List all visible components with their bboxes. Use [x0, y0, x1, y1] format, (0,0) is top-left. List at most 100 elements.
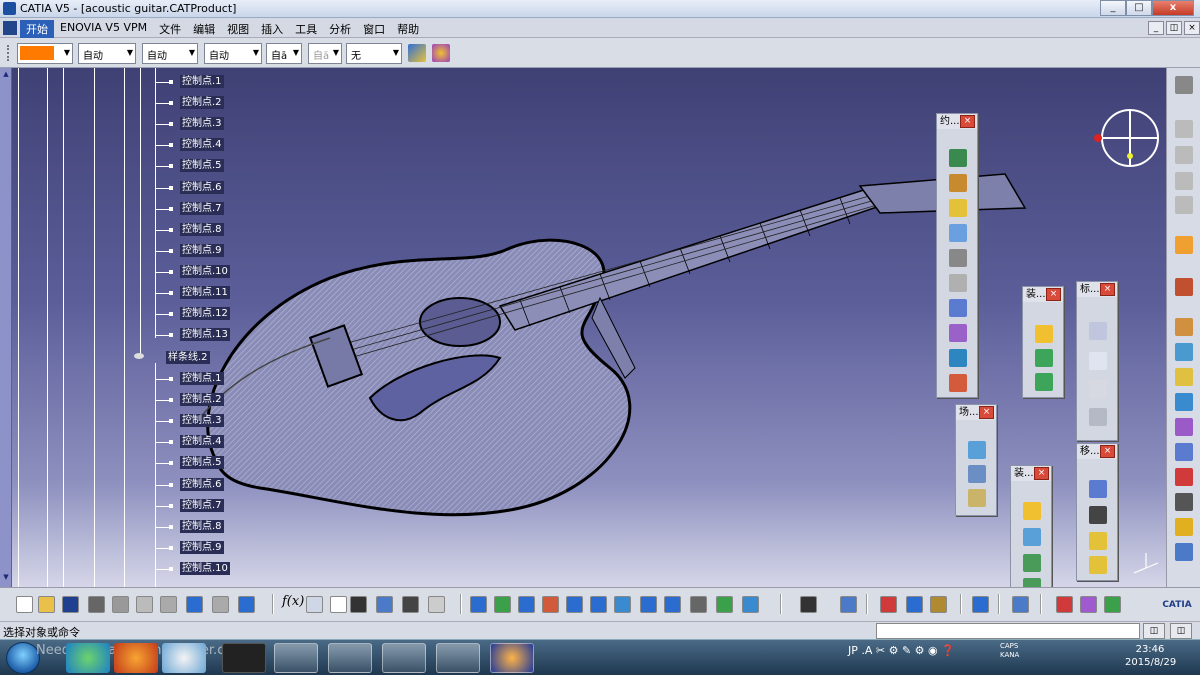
- redo-icon[interactable]: [212, 596, 229, 613]
- publish-icon[interactable]: [1175, 518, 1193, 536]
- command-input[interactable]: [876, 623, 1140, 639]
- tree-item-control-point[interactable]: 控制点.13: [180, 328, 230, 342]
- comment-icon[interactable]: [330, 596, 347, 613]
- reuse-pattern-icon[interactable]: [949, 349, 967, 367]
- measure-icon[interactable]: [1175, 393, 1193, 411]
- shading-icon[interactable]: [690, 596, 707, 613]
- swap-space-icon[interactable]: [742, 596, 759, 613]
- clock[interactable]: 23:46 2015/8/29: [1125, 643, 1176, 669]
- catalog-icon[interactable]: [1175, 172, 1193, 190]
- text-leader-icon[interactable]: [1089, 352, 1107, 370]
- update-constraints-icon[interactable]: [949, 374, 967, 392]
- split-icon[interactable]: [1035, 325, 1053, 343]
- paperclip-icon[interactable]: [949, 274, 967, 292]
- window-taskbar-icon[interactable]: [382, 643, 426, 673]
- knowledge-icon[interactable]: [306, 596, 323, 613]
- doc-close-button[interactable]: ×: [1184, 21, 1200, 35]
- tree-item-control-point[interactable]: 控制点.3: [180, 117, 224, 131]
- catalog-browser-icon[interactable]: [840, 596, 857, 613]
- tree-item-control-point[interactable]: 控制点.8: [180, 222, 224, 236]
- paint-taskbar-icon[interactable]: [162, 643, 206, 673]
- select-icon[interactable]: [1175, 236, 1193, 254]
- sheet-icon[interactable]: [1175, 196, 1193, 214]
- tree-item-control-point[interactable]: 控制点.2: [180, 393, 224, 407]
- fix-together-icon[interactable]: [949, 324, 967, 342]
- tray-icons[interactable]: JP .A ✂ ⚙ ✎ ⚙ ◉ ❓: [848, 644, 955, 657]
- flag-note-icon[interactable]: [1089, 380, 1107, 398]
- menu-item-2[interactable]: 文件: [153, 20, 187, 38]
- analysis-icon[interactable]: [1175, 468, 1193, 486]
- update-icon[interactable]: [972, 596, 989, 613]
- scene-close-icon[interactable]: ×: [979, 406, 994, 419]
- window2-taskbar-icon[interactable]: [436, 643, 480, 673]
- tree-scrollbar[interactable]: ▲ ▼: [0, 68, 12, 587]
- properties-icon[interactable]: [1012, 596, 1029, 613]
- painter-icon[interactable]: [408, 44, 426, 62]
- tree-expand-icon[interactable]: [376, 596, 393, 613]
- compass-small-icon[interactable]: [1175, 76, 1193, 94]
- tree-item-control-point[interactable]: 控制点.5: [180, 159, 224, 173]
- command-close-button[interactable]: ◫: [1170, 623, 1192, 639]
- start-button[interactable]: [6, 642, 40, 674]
- render-icon[interactable]: [1104, 596, 1121, 613]
- snap-icon[interactable]: [1089, 506, 1107, 524]
- property-combo-5[interactable]: 无 ▼: [346, 43, 402, 64]
- undo-icon[interactable]: [186, 596, 203, 613]
- menu-item-8[interactable]: 窗口: [357, 20, 391, 38]
- list-icon[interactable]: [428, 596, 445, 613]
- help-icon[interactable]: [238, 596, 255, 613]
- tree-item-control-point[interactable]: 控制点.1: [180, 372, 224, 385]
- firefox-taskbar-icon[interactable]: [114, 643, 158, 673]
- annotation-view-icon[interactable]: [1089, 408, 1107, 426]
- tree-item-spline[interactable]: 样条线.2: [166, 351, 210, 364]
- properties-brush-icon[interactable]: [432, 44, 450, 62]
- formula-icon[interactable]: f(x): [282, 594, 304, 609]
- tree-item-control-point[interactable]: 控制点.9: [180, 540, 224, 554]
- property-combo-0[interactable]: 自动 ▼: [78, 43, 136, 64]
- apply-material-icon[interactable]: [1080, 596, 1097, 613]
- tree-item-control-point[interactable]: 控制点.7: [180, 498, 224, 512]
- scene-list-icon[interactable]: [968, 489, 986, 507]
- coincidence-icon[interactable]: [949, 174, 967, 192]
- measure-item-icon[interactable]: [906, 596, 923, 613]
- tree-item-control-point[interactable]: 控制点.11: [180, 286, 230, 299]
- rotate-icon[interactable]: [542, 596, 559, 613]
- fit-all-icon[interactable]: [494, 596, 511, 613]
- stop-manipulate-icon[interactable]: [1089, 556, 1107, 574]
- close-button[interactable]: x: [1152, 0, 1194, 16]
- fly-icon[interactable]: [470, 596, 487, 613]
- menu-item-5[interactable]: 插入: [255, 20, 289, 38]
- doc-restore-button[interactable]: ◫: [1166, 21, 1182, 35]
- color-combo[interactable]: ▼: [17, 43, 73, 64]
- tree-item-control-point[interactable]: 控制点.4: [180, 435, 224, 449]
- control-panel-taskbar-icon[interactable]: [328, 643, 372, 673]
- tree-item-control-point[interactable]: 控制点.3: [180, 414, 224, 428]
- hide-show-icon[interactable]: [716, 596, 733, 613]
- menu-item-7[interactable]: 分析: [323, 20, 357, 38]
- pan-icon[interactable]: [518, 596, 535, 613]
- scroll-up-icon[interactable]: ▲: [1, 70, 11, 80]
- new-file-icon[interactable]: [16, 596, 33, 613]
- menu-item-1[interactable]: ENOVIA V5 VPM: [54, 20, 153, 38]
- menu-item-4[interactable]: 视图: [221, 20, 255, 38]
- text-icon[interactable]: [1175, 493, 1193, 511]
- tree-item-control-point[interactable]: 控制点.5: [180, 456, 224, 470]
- measure-between-icon[interactable]: [880, 596, 897, 613]
- ie-taskbar-icon[interactable]: [66, 643, 110, 673]
- apply-scene-icon[interactable]: [968, 465, 986, 483]
- catia-menu-icon[interactable]: [3, 21, 17, 35]
- 3d-viewport[interactable]: 控制点.1 控制点.2 控制点.3 控制点.4 控制点.5 控制点.6 控制点.7 控制点.8…: [0, 68, 1166, 603]
- explorer-taskbar-icon[interactable]: [274, 643, 318, 673]
- menu-item-6[interactable]: 工具: [289, 20, 323, 38]
- move-close-icon[interactable]: ×: [1100, 445, 1115, 458]
- camera-icon[interactable]: [800, 596, 817, 613]
- angle-icon[interactable]: [949, 299, 967, 317]
- menu-item-3[interactable]: 编辑: [187, 20, 221, 38]
- menu-item-9[interactable]: 帮助: [391, 20, 425, 38]
- weld-feature-icon[interactable]: [1089, 322, 1107, 340]
- hole-icon[interactable]: [1035, 349, 1053, 367]
- part-icon[interactable]: [1175, 146, 1193, 164]
- doc-minimize-button[interactable]: _: [1148, 21, 1164, 35]
- property-combo-3[interactable]: 自ā ▼: [266, 43, 302, 64]
- clash-icon[interactable]: [1175, 318, 1193, 336]
